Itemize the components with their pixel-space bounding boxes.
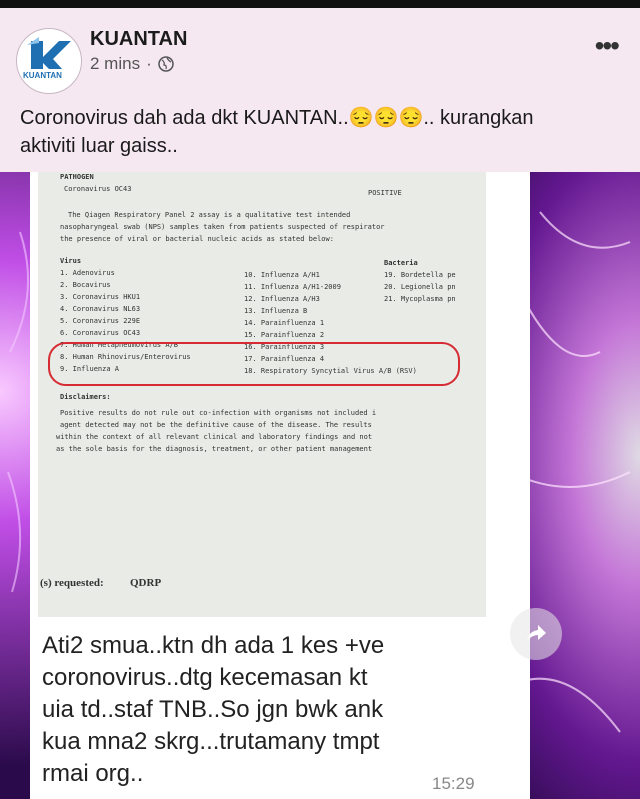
bacteria-item: 21. Mycoplasma pn bbox=[384, 295, 456, 303]
virus-item: 13. Influenza B bbox=[244, 307, 308, 315]
message-line-4: kua mna2 skrg...trutamany tmpt bbox=[42, 728, 380, 755]
description-line-1: The Qiagen Respiratory Panel 2 assay is … bbox=[68, 211, 351, 219]
virus-item: 11. Influenza A/H1-2009 bbox=[244, 283, 341, 291]
bacteria-item: 19. Bordetella pe bbox=[384, 271, 456, 279]
disclaimer-line-1: Positive results do not rule out co-infe… bbox=[60, 409, 377, 417]
chat-message: Ati2 smua..ktn dh ada 1 kes +ve coronovi… bbox=[42, 630, 492, 790]
post-caption: Coronovirus dah ada dkt KUANTAN..😔😔😔.. k… bbox=[20, 104, 620, 160]
globe-icon bbox=[158, 56, 174, 72]
pathogen-name: Coronavirus OC43 bbox=[64, 185, 132, 193]
virus-item: 12. Influenza A/H3 bbox=[244, 295, 320, 303]
status-bar bbox=[0, 0, 640, 8]
post-meta: 2 mins · bbox=[90, 54, 174, 74]
requested-value: QDRP bbox=[130, 577, 162, 589]
post-time[interactable]: 2 mins bbox=[90, 54, 140, 74]
virus-item: 5. Coronavirus 229E bbox=[60, 317, 141, 325]
disclaimer-line-4: as the sole basis for the diagnosis, tre… bbox=[56, 445, 373, 453]
message-line-2: coronovirus..dtg kecemasan kt bbox=[42, 664, 368, 691]
virus-item: 4. Coronavirus NL63 bbox=[60, 305, 141, 313]
virus-item: 6. Coronavirus OC43 bbox=[60, 329, 141, 337]
caption-line-2: aktiviti luar gaiss.. bbox=[20, 135, 178, 157]
message-line-3: uia td..staf TNB..So jgn bwk ank bbox=[42, 696, 384, 723]
avatar-logo-text: KUANTAN bbox=[23, 71, 62, 80]
bacteria-header: Bacteria bbox=[384, 259, 418, 267]
message-line-1: Ati2 smua..ktn dh ada 1 kes +ve bbox=[42, 632, 385, 659]
pathogen-label: PATHOGEN bbox=[60, 173, 94, 181]
message-time: 15:29 bbox=[432, 774, 475, 793]
description-line-2: nasopharyngeal swab (NPS) samples taken … bbox=[60, 223, 385, 231]
more-options-icon[interactable]: ••• bbox=[595, 30, 620, 62]
meta-separator: · bbox=[146, 54, 152, 73]
share-arrow-icon bbox=[527, 625, 546, 641]
description-line-3: the presence of viral or bacterial nucle… bbox=[60, 235, 334, 243]
page-avatar[interactable]: KUANTAN bbox=[16, 28, 82, 94]
page-logo bbox=[19, 31, 79, 91]
post-header: KUANTAN KUANTAN 2 mins · ••• bbox=[0, 8, 640, 94]
message-line-5: rmai org.. bbox=[42, 760, 144, 787]
share-icon[interactable] bbox=[510, 608, 562, 660]
virus-item: 2. Bocavirus bbox=[60, 281, 111, 289]
caption-line-1: Coronovirus dah ada dkt KUANTAN..😔😔😔.. k… bbox=[20, 107, 534, 129]
virus-item: 14. Parainfluenza 1 bbox=[244, 319, 325, 327]
lab-report-image: PATHOGEN Coronavirus OC43 POSITIVE The Q… bbox=[38, 172, 486, 617]
virus-item: 1. Adenovirus bbox=[60, 269, 115, 277]
virus-header: Virus bbox=[60, 257, 82, 265]
virus-item: 3. Coronavirus HKU1 bbox=[60, 293, 141, 301]
virus-item: 10. Influenza A/H1 bbox=[244, 271, 320, 279]
virus-item: 15. Parainfluenza 2 bbox=[244, 331, 325, 339]
disclaimer-header: Disclaimers: bbox=[60, 393, 111, 401]
disclaimer-line-3: within the context of all relevant clini… bbox=[56, 433, 373, 441]
pathogen-result: POSITIVE bbox=[368, 189, 402, 197]
requested-label: (s) requested: bbox=[40, 577, 104, 589]
bacteria-item: 20. Legionella pn bbox=[384, 283, 456, 291]
disclaimer-line-2: agent detected may not be the definitive… bbox=[60, 421, 372, 429]
highlight-circle bbox=[48, 342, 460, 386]
page-name[interactable]: KUANTAN bbox=[90, 28, 187, 51]
